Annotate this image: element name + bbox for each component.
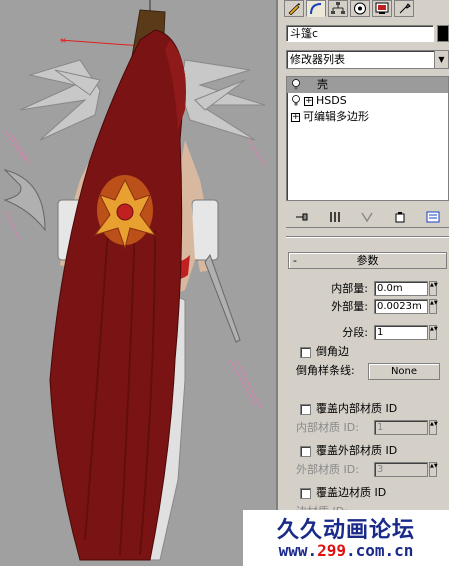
rollout-title: 参数 [356,254,379,267]
outer-mat-row: 外部材质 ID: 3 ▲▼ [280,461,449,479]
override-edge-row: 覆盖边材质 ID [280,484,449,502]
stack-item-label: 可编辑多边形 [303,110,369,123]
chevron-down-icon[interactable]: ▼ [434,51,448,68]
watermark-title: 久久动画论坛 [276,517,415,543]
motion-tab-icon[interactable] [350,0,370,17]
segments-spinner[interactable]: ▲▼ [429,325,438,340]
bevel-edges-checkbox[interactable] [300,347,311,358]
stack-item-label: 壳 [317,78,328,91]
object-color-swatch[interactable] [437,25,449,42]
watermark-url-highlight: 299 [317,541,346,560]
watermark-url-prefix: www. [278,541,318,560]
expand-plus-icon[interactable]: + [304,96,313,106]
watermark-url-suffix: .com.cn [346,541,414,560]
panel-divider [286,236,449,238]
bevel-edges-label: 倒角边 [316,345,349,358]
modifier-stack: 壳 + HSDS + 可编辑多边形 [286,76,449,201]
outer-mat-label: 外部材质 ID: [296,463,359,476]
collapse-minus-icon[interactable]: - [293,253,297,268]
override-outer-checkbox[interactable] [300,446,311,457]
override-outer-row: 覆盖外部材质 ID [280,442,449,460]
pin-stack-icon[interactable] [293,208,311,226]
inner-mat-row: 内部材质 ID: 1 ▲▼ [280,419,449,437]
utilities-tab-icon[interactable] [394,0,414,17]
outer-amount-label: 外部量: [331,300,368,313]
stack-toolbar [286,206,449,228]
inner-mat-input[interactable]: 1 [374,420,428,435]
override-outer-label: 覆盖外部材质 ID [316,444,398,457]
bevel-edges-row: 倒角边 [280,343,449,361]
inner-mat-spinner[interactable]: ▲▼ [429,420,438,435]
override-inner-label: 覆盖内部材质 ID [316,402,398,415]
show-end-result-icon[interactable] [326,208,344,226]
watermark-url: www.299.com.cn [243,541,449,560]
stack-item-hsds[interactable]: + HSDS [287,93,448,109]
outer-amount-spinner[interactable]: ▲▼ [429,299,438,314]
bevel-spline-button[interactable]: None [368,363,440,380]
inner-amount-label: 内部量: [331,282,368,295]
lightbulb-icon[interactable] [291,79,301,91]
override-inner-checkbox[interactable] [300,404,311,415]
modifier-list-dropdown[interactable]: 修改器列表 ▼ [286,50,449,69]
lightbulb-icon[interactable] [291,95,301,107]
hierarchy-tab-icon[interactable] [328,0,348,17]
inner-amount-spinner[interactable]: ▲▼ [429,281,438,296]
bevel-spline-row: 倒角样条线: None [280,362,449,380]
create-tab-icon[interactable] [284,0,304,17]
segments-label: 分段: [342,326,368,339]
viewport[interactable]: × [0,0,278,566]
override-edge-checkbox[interactable] [300,488,311,499]
configure-modifier-sets-icon[interactable] [424,208,442,226]
outer-amount-row: 外部量: 0.0023m ▲▼ [280,298,449,316]
object-name-field[interactable]: 斗篷c [286,25,434,42]
outer-mat-spinner[interactable]: ▲▼ [429,462,438,477]
forum-watermark: 久久动画论坛 www.299.com.cn [243,510,449,566]
inner-amount-row: 内部量: 0.0m ▲▼ [280,280,449,298]
parameters-rollout-header[interactable]: - 参数 [288,252,447,269]
stack-item-label: HSDS [316,94,347,107]
bevel-spline-label: 倒角样条线: [296,364,355,377]
outer-mat-input[interactable]: 3 [374,462,428,477]
remove-modifier-icon[interactable] [391,208,409,226]
stack-item-editable-poly[interactable]: + 可编辑多边形 [287,109,448,125]
outer-amount-input[interactable]: 0.0023m [374,299,428,314]
override-inner-row: 覆盖内部材质 ID [280,400,449,418]
override-edge-label: 覆盖边材质 ID [316,486,387,499]
modify-tab-icon[interactable] [306,0,326,17]
expand-plus-icon[interactable]: + [291,112,300,122]
segments-input[interactable]: 1 [374,325,428,340]
command-panel-tabs [280,0,449,18]
segments-row: 分段: 1 ▲▼ [280,324,449,342]
stack-item-shell[interactable]: 壳 [287,77,448,93]
svg-text:×: × [60,36,67,45]
character-render: × [3,0,266,561]
inner-mat-label: 内部材质 ID: [296,421,359,434]
inner-amount-input[interactable]: 0.0m [374,281,428,296]
command-panel: 斗篷c 修改器列表 ▼ 壳 + HSDS + 可编辑多边形 - 参数 内部量: … [280,0,449,566]
make-unique-icon[interactable] [358,208,376,226]
modifier-list-label: 修改器列表 [290,53,345,66]
display-tab-icon[interactable] [372,0,392,17]
